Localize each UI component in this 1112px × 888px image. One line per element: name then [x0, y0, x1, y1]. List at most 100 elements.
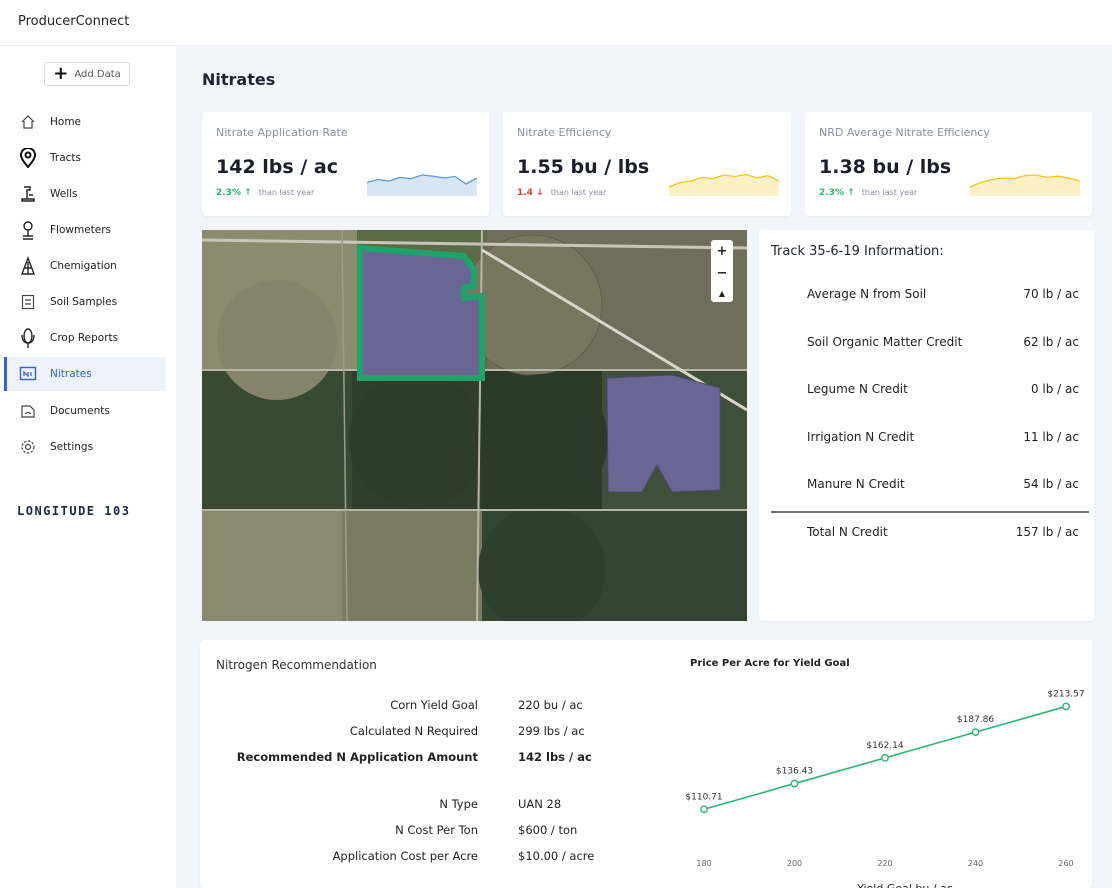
chemigation-icon	[16, 254, 40, 278]
data-point	[1062, 702, 1070, 711]
price-per-acre-chart: $110.71 180 $136.43 200 $162.14 220 $187.86 240…	[685, 689, 1084, 888]
info-row: Manure N Credit 54 lb / ac	[807, 477, 1079, 491]
rec-label: Recommended N Application Amount	[236, 750, 478, 764]
zoom-in-button[interactable]: +	[717, 244, 728, 259]
sidebar-item-settings[interactable]: Settings	[4, 430, 166, 464]
info-label: Irrigation N Credit	[807, 430, 915, 444]
data-point	[881, 753, 889, 762]
info-value: 62 lb / ac	[1023, 335, 1079, 349]
rec-value: $600 / ton	[518, 823, 578, 837]
gear-icon	[16, 435, 40, 459]
delta-value: 1.4	[517, 188, 533, 198]
satellite-image	[202, 230, 747, 621]
rec-value: 220 bu / ac	[518, 698, 583, 712]
recommendation-title: Nitrogen Recommendation	[216, 658, 377, 672]
delta-value: 2.3%	[216, 188, 241, 198]
data-point	[790, 779, 799, 788]
sidebar-item-flowmeters[interactable]: Flowmeters	[4, 213, 166, 247]
data-point	[700, 805, 708, 814]
map-pin-icon	[16, 146, 40, 170]
info-row: Soil Organic Matter Credit 62 lb / ac	[807, 335, 1079, 349]
sidebar: + Add Data Home Tracts Wells Flowmeters …	[0, 46, 176, 888]
delta-suffix: than last year	[861, 188, 918, 197]
info-row: Average N from Soil 70 lb / ac	[807, 287, 1079, 301]
sparkline-area	[669, 174, 779, 196]
sidebar-item-home[interactable]: Home	[4, 105, 166, 139]
x-tick-label: 200	[787, 859, 802, 868]
soil-sample-icon	[16, 290, 40, 314]
well-icon	[16, 182, 40, 206]
sidebar-item-label: Tracts	[50, 152, 81, 164]
stat-card-efficiency: Nitrate Efficiency 1.55 bu / lbs 1.4 ↓ t…	[503, 112, 791, 216]
sidebar-item-crop-reports[interactable]: Crop Reports	[4, 321, 166, 355]
data-label: $110.71	[685, 792, 722, 802]
sidebar-item-label: Chemigation	[50, 260, 117, 272]
tract-info-panel: Track 35-6-19 Information: Average N fro…	[759, 230, 1094, 621]
data-label: $213.57	[1047, 689, 1084, 699]
delta-suffix: than last year	[258, 188, 315, 197]
stat-title: Nitrate Efficiency	[517, 126, 612, 139]
page-title: Nitrates	[202, 70, 276, 89]
info-label: Legume N Credit	[807, 382, 908, 396]
add-data-button[interactable]: + Add Data	[44, 62, 130, 86]
plus-icon: +	[53, 63, 69, 84]
data-point	[971, 728, 980, 737]
stat-card-application-rate: Nitrate Application Rate 142 lbs / ac 2.…	[202, 112, 489, 216]
x-axis-label: Yield Goal bu / ac	[856, 882, 953, 888]
x-tick-label: 240	[968, 859, 983, 868]
delta-value: 2.3%	[819, 188, 844, 198]
rec-label: N Type	[439, 797, 478, 811]
data-label: $187.86	[957, 715, 994, 725]
sidebar-item-label: Home	[50, 116, 82, 128]
rec-value: 142 lbs / ac	[518, 750, 592, 764]
chart-title: Price Per Acre for Yield Goal	[690, 658, 850, 669]
sidebar-item-label: Flowmeters	[50, 224, 112, 236]
info-value: 70 lb / ac	[1023, 287, 1079, 301]
flowmeter-icon	[16, 218, 40, 242]
top-bar: ProducerConnect	[0, 0, 1112, 46]
rec-label: N Cost Per Ton	[395, 823, 478, 837]
sidebar-item-documents[interactable]: Documents	[4, 394, 166, 428]
sidebar-item-label: Crop Reports	[50, 332, 119, 344]
info-label: Average N from Soil	[807, 287, 927, 301]
rec-label: Corn Yield Goal	[390, 698, 478, 712]
sidebar-item-label: Soil Samples	[50, 296, 118, 308]
stat-value: 1.38 bu / lbs	[819, 156, 952, 178]
sidebar-item-tracts[interactable]: Tracts	[4, 141, 166, 175]
compass-icon[interactable]: ▲	[719, 289, 725, 298]
x-tick-label: 220	[877, 859, 892, 868]
info-total-label: Total N Credit	[807, 525, 888, 539]
tract-map[interactable]: + − ▲	[202, 230, 747, 621]
sidebar-item-nitrates[interactable]: Nitrates	[4, 357, 166, 391]
app-title: ProducerConnect	[18, 14, 130, 29]
data-label: $162.14	[866, 741, 903, 751]
main-content: Nitrates Nitrate Application Rate 142 lb…	[176, 46, 1112, 888]
info-label: Manure N Credit	[807, 477, 905, 491]
stat-delta: 2.3% ↑ than last year	[216, 188, 314, 198]
sidebar-item-soil-samples[interactable]: Soil Samples	[4, 285, 166, 319]
arrow-down-icon: ↓	[536, 188, 544, 198]
info-total-value: 157 lb / ac	[1015, 525, 1079, 539]
tract-info-title: Track 35-6-19 Information:	[771, 244, 944, 259]
sidebar-item-wells[interactable]: Wells	[4, 177, 166, 211]
info-value: 54 lb / ac	[1023, 477, 1079, 491]
sparkline	[367, 174, 477, 196]
rec-label: Application Cost per Acre	[332, 849, 478, 863]
map-zoom-controls: + − ▲	[711, 240, 733, 302]
sparkline	[970, 174, 1080, 196]
add-data-label: Add Data	[74, 68, 121, 80]
sidebar-item-chemigation[interactable]: Chemigation	[4, 249, 166, 283]
stat-title: Nitrate Application Rate	[216, 126, 348, 139]
stat-delta: 1.4 ↓ than last year	[517, 188, 606, 198]
sparkline-area	[970, 175, 1080, 196]
info-row: Irrigation N Credit 11 lb / ac	[807, 430, 1079, 444]
stat-title: NRD Average Nitrate Efficiency	[819, 126, 990, 139]
nitrogen-recommendation-card: Nitrogen Recommendation Corn Yield Goal …	[200, 640, 1092, 888]
info-label: Soil Organic Matter Credit	[807, 335, 963, 349]
stat-delta: 2.3% ↑ than last year	[819, 188, 917, 198]
zoom-out-button[interactable]: −	[717, 266, 728, 281]
rec-value: 299 lbs / ac	[518, 724, 585, 738]
sidebar-item-label: Documents	[50, 405, 110, 417]
x-tick-label: 260	[1058, 859, 1073, 868]
delta-suffix: than last year	[550, 188, 607, 197]
